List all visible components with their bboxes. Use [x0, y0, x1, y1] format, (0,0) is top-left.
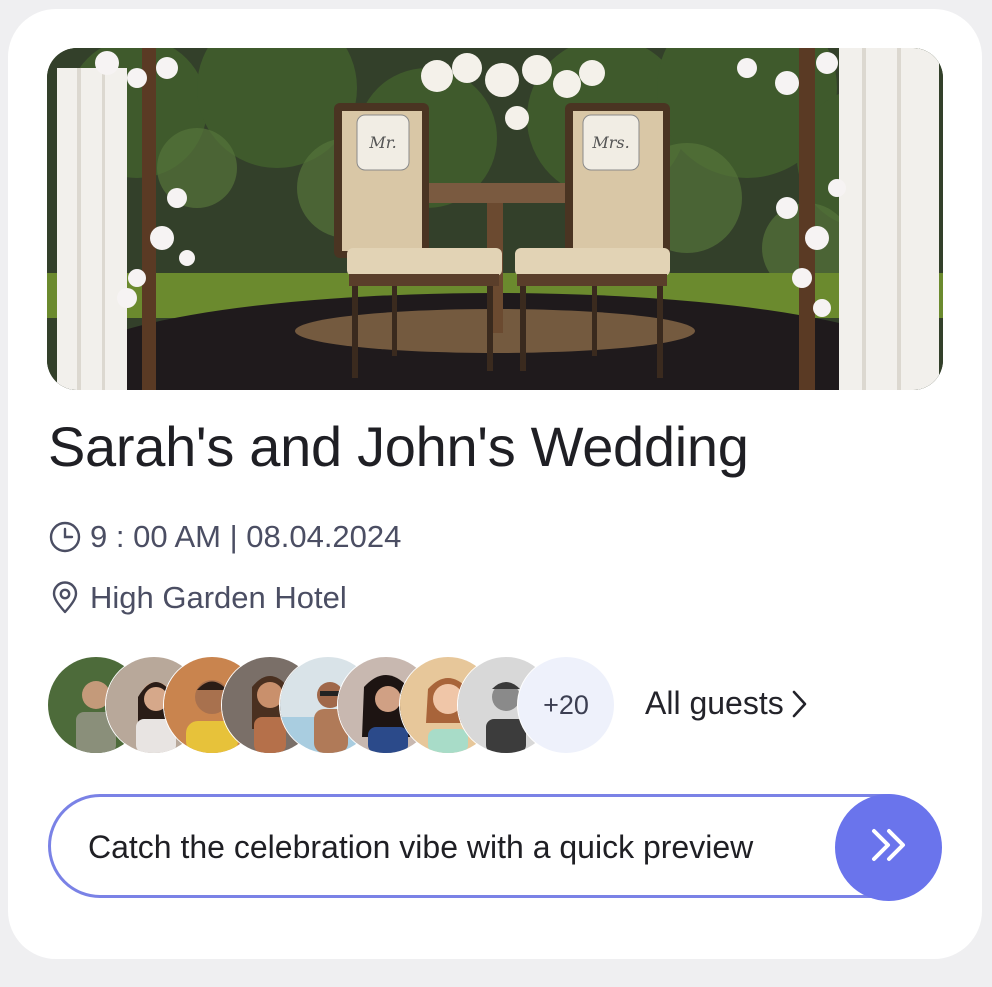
quick-preview-label: Catch the celebration vibe with a quick … [88, 829, 754, 865]
more-guests-count: +20 [543, 689, 589, 720]
event-time: 9 : 00 AM | 08.04.2024 [90, 519, 402, 554]
quick-preview-bar[interactable]: Catch the celebration vibe with a quick … [48, 794, 938, 898]
clock-icon [48, 520, 82, 554]
double-chevron-right-icon [867, 825, 911, 870]
chevron-right-icon [790, 689, 808, 719]
event-location-row: High Garden Hotel [48, 580, 347, 616]
svg-text:Mr.: Mr. [368, 133, 396, 152]
more-guests-badge[interactable]: +20 [517, 656, 615, 754]
event-title: Sarah's and John's Wedding [48, 415, 749, 478]
all-guests-label: All guests [645, 685, 784, 721]
guest-avatars[interactable]: +20 [47, 656, 615, 754]
event-cover-image: Mr. Mrs. [47, 48, 943, 390]
all-guests-link[interactable]: All guests [645, 685, 808, 722]
quick-preview-button[interactable] [835, 794, 942, 901]
svg-text:Mrs.: Mrs. [591, 133, 629, 152]
event-card: Mr. Mrs. Sarah's and John's Wedding 9: … [8, 9, 982, 959]
event-time-row: 9 : 00 AM | 08.04.2024 [48, 519, 401, 555]
event-location: High Garden Hotel [90, 580, 347, 615]
location-pin-icon [48, 581, 82, 615]
